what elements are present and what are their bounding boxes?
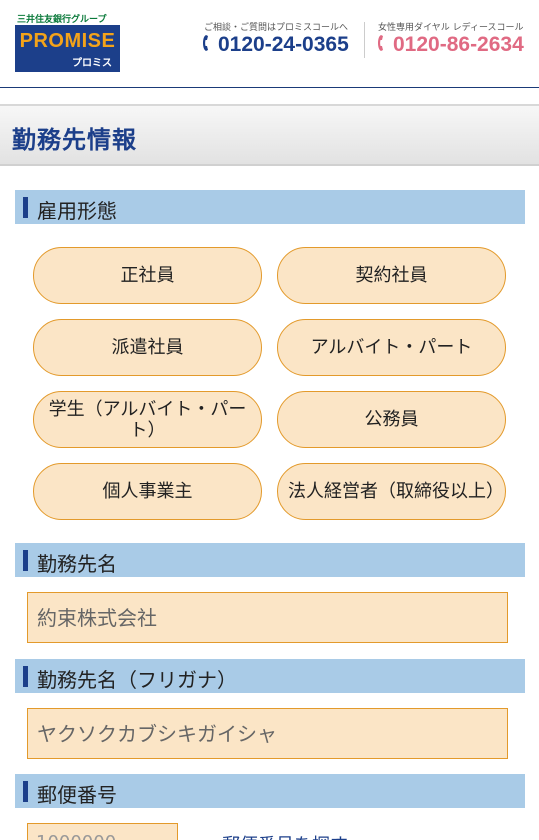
section-workplace-name: 勤務先名 (15, 543, 525, 577)
section-workplace-kana: 勤務先名（フリガナ） (15, 659, 525, 693)
section-marker (23, 781, 28, 802)
workplace-name-field[interactable] (27, 592, 508, 643)
ladies-note: 女性専用ダイヤル レディースコール (378, 23, 524, 33)
site-header: 三井住友銀行グループ PROMISE プロミス ご相談・ご質問はプロミスコールへ… (0, 0, 539, 88)
section-label: 郵便番号 (37, 783, 117, 807)
option-student[interactable]: 学生（アルバイト・パート） (33, 391, 262, 448)
option-full-time[interactable]: 正社員 (33, 247, 262, 304)
option-civil-servant[interactable]: 公務員 (277, 391, 506, 448)
promise-logo[interactable]: PROMISE プロミス (15, 25, 120, 72)
postal-code-placeholder: 1000000 (36, 832, 116, 840)
section-marker (23, 550, 28, 571)
brand-kana: プロミス (72, 58, 112, 69)
page-title-bar: 勤務先情報 (0, 104, 539, 166)
page-title: 勤務先情報 (12, 126, 137, 154)
phone-main-number: 0120-24-0365 (218, 33, 349, 56)
phone-ladies-link[interactable]: 0120-86-2634 (377, 33, 524, 57)
section-marker (23, 666, 28, 687)
phone-icon (203, 35, 208, 51)
section-marker (23, 197, 28, 218)
workplace-kana-field[interactable] (27, 708, 508, 759)
header-divider (364, 22, 365, 58)
section-employment-type: 雇用形態 (15, 190, 525, 224)
brand-name: PROMISE (19, 30, 116, 52)
section-label: 雇用形態 (37, 199, 117, 223)
phone-icon (378, 35, 383, 51)
postal-code-field[interactable]: 1000000 (27, 823, 178, 840)
workplace-kana-input[interactable] (28, 709, 507, 758)
option-dispatch[interactable]: 派遣社員 (33, 319, 262, 376)
group-label: 三井住友銀行グループ (17, 15, 107, 25)
call-note: ご相談・ご質問はプロミスコールへ (204, 23, 349, 33)
phone-main-link[interactable]: 0120-24-0365 (202, 33, 349, 57)
section-label: 勤務先名 (37, 552, 117, 576)
section-postal-code: 郵便番号 (15, 774, 525, 808)
option-corporate-officer[interactable]: 法人経営者（取締役以上） (277, 463, 506, 520)
option-part-time[interactable]: アルバイト・パート (277, 319, 506, 376)
phone-ladies-number: 0120-86-2634 (393, 33, 524, 56)
workplace-name-input[interactable] (28, 593, 507, 642)
option-contract[interactable]: 契約社員 (277, 247, 506, 304)
section-label: 勤務先名（フリガナ） (37, 668, 237, 692)
option-sole-proprietor[interactable]: 個人事業主 (33, 463, 262, 520)
find-postal-code-link[interactable]: 郵便番号を探す (222, 831, 348, 840)
